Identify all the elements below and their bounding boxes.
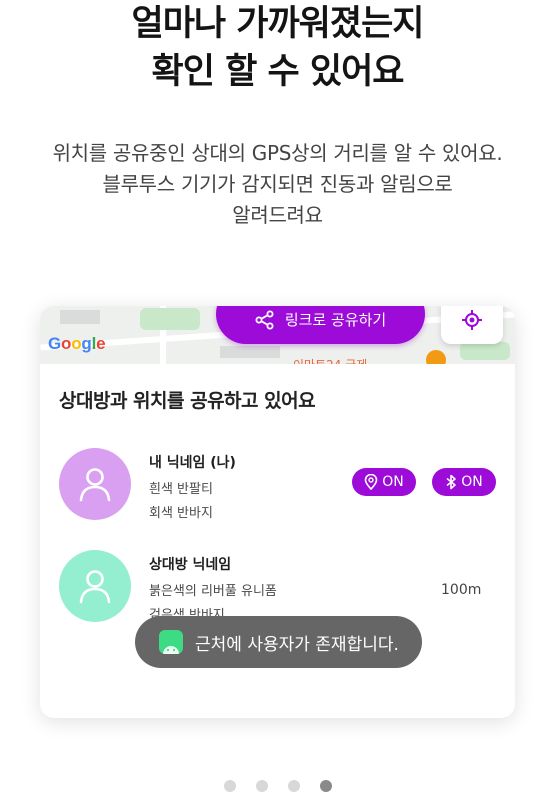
user-top-clothing: 흰색 반팔티 bbox=[149, 482, 213, 497]
description-line-3: 알려드려요 bbox=[232, 203, 323, 227]
gps-toggle[interactable]: ON bbox=[352, 468, 416, 496]
share-icon bbox=[255, 310, 274, 330]
description: 위치를 공유중인 상대의 GPS상의 거리를 알 수 있어요. 블루투스 기기가… bbox=[0, 138, 555, 231]
page-dot[interactable] bbox=[287, 780, 300, 792]
my-location-button[interactable] bbox=[441, 306, 503, 344]
nearby-user-toast: 근처에 사용자가 존재합니다. bbox=[135, 616, 422, 668]
page-dot[interactable] bbox=[223, 780, 236, 792]
headline-line-1: 얼마나 가까워졌는지 bbox=[131, 4, 425, 44]
share-link-button[interactable]: 링크로 공유하기 bbox=[216, 306, 425, 344]
share-link-label: 링크로 공유하기 bbox=[284, 311, 387, 329]
avatar bbox=[59, 550, 131, 622]
user-name: 상대방 닉네임 bbox=[149, 557, 232, 573]
user-name: 내 닉네임 (나) bbox=[149, 455, 236, 471]
map-place-pin-icon bbox=[426, 350, 446, 364]
person-icon bbox=[79, 570, 111, 604]
google-logo: Google bbox=[48, 334, 106, 353]
map-place-label: 이마트24 국제... bbox=[293, 356, 379, 364]
distance-value: 100m bbox=[441, 582, 482, 598]
user-row-partner: 상대방 닉네임 붉은색의 리버풀 유니폼 검은색 반바지 100m bbox=[59, 550, 499, 623]
location-share-card: Google 이마트24 국제... 링크로 공유하기 상 bbox=[40, 306, 515, 718]
map-block bbox=[60, 310, 100, 324]
map-view[interactable]: Google 이마트24 국제... 링크로 공유하기 bbox=[40, 306, 515, 364]
avatar bbox=[59, 448, 131, 520]
bluetooth-icon bbox=[446, 474, 457, 490]
description-line-2: 블루투스 기기가 감지되면 진동과 알림으로 bbox=[102, 172, 453, 196]
map-block bbox=[220, 346, 280, 358]
gps-toggle-label: ON bbox=[382, 474, 404, 490]
page-indicator bbox=[0, 780, 555, 792]
page-dot-active[interactable] bbox=[319, 780, 332, 792]
user-bottom-clothing: 회색 반바지 bbox=[149, 506, 213, 521]
user-row-me: 내 닉네임 (나) 흰색 반팔티 회색 반바지 ON ON bbox=[59, 448, 499, 521]
bluetooth-toggle-label: ON bbox=[461, 474, 483, 490]
headline-line-2: 확인 할 수 있어요 bbox=[151, 52, 405, 92]
crosshair-icon bbox=[462, 310, 482, 330]
page-dot[interactable] bbox=[255, 780, 268, 792]
bluetooth-toggle[interactable]: ON bbox=[432, 468, 496, 496]
card-title: 상대방과 위치를 공유하고 있어요 bbox=[59, 390, 316, 412]
map-park bbox=[460, 342, 510, 360]
description-line-1: 위치를 공유중인 상대의 GPS상의 거리를 알 수 있어요. bbox=[52, 141, 503, 165]
user-top-clothing: 붉은색의 리버풀 유니폼 bbox=[149, 584, 277, 599]
location-pin-icon bbox=[364, 474, 378, 490]
map-park bbox=[140, 308, 200, 330]
person-icon bbox=[79, 468, 111, 502]
toast-message: 근처에 사용자가 존재합니다. bbox=[195, 634, 399, 655]
android-icon bbox=[159, 630, 183, 654]
headline: 얼마나 가까워졌는지 확인 할 수 있어요 bbox=[0, 0, 555, 96]
